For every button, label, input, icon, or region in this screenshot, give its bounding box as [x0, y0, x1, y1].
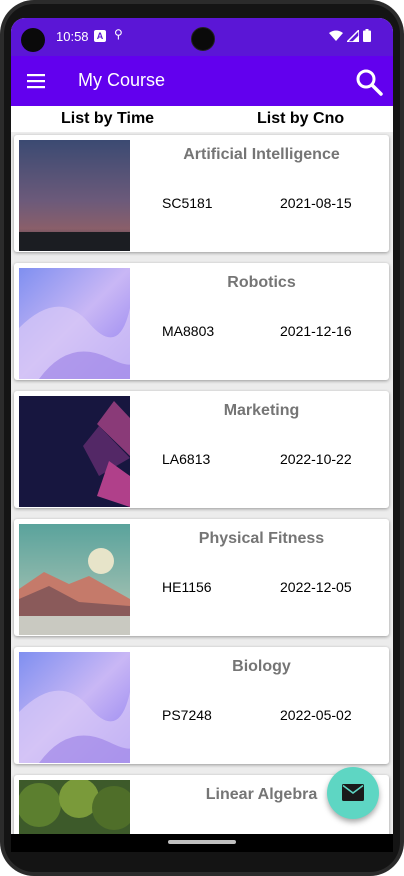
course-name: Robotics [227, 274, 296, 291]
course-thumbnail-lavender-waves [19, 652, 130, 763]
course-card[interactable]: Marketing LA6813 2022-10-22 [14, 391, 389, 508]
tab-list-by-time[interactable]: List by Time [61, 110, 154, 128]
status-icons [329, 29, 371, 42]
course-date: 2022-10-22 [280, 451, 352, 467]
course-thumbnail-lavender-waves [19, 268, 130, 379]
status-bar: 10:58 A ⚲ [11, 18, 393, 56]
signal-icon [347, 29, 359, 42]
course-cno: HE1156 [162, 579, 212, 595]
course-card[interactable]: Artificial Intelligence SC5181 2021-08-1… [14, 135, 389, 252]
course-thumbnail-dusk-sky [19, 140, 130, 251]
page-title: My Course [78, 70, 166, 90]
course-name: Artificial Intelligence [183, 146, 340, 163]
status-time: 10:58 [56, 29, 89, 44]
course-card[interactable]: Physical Fitness HE1156 2022-12-05 [14, 519, 389, 636]
a-notification-icon: A [94, 30, 106, 42]
app-screen: 10:58 A ⚲ My Course List by Time List by… [11, 18, 393, 852]
course-name: Marketing [223, 402, 300, 419]
battery-icon [363, 29, 371, 42]
course-date: 2021-12-16 [280, 323, 352, 339]
course-cno: LA6813 [162, 451, 211, 467]
course-name: Biology [232, 658, 291, 675]
course-thumbnail-mountains [19, 524, 130, 635]
course-date: 2021-08-15 [280, 195, 352, 211]
email-icon [342, 784, 364, 801]
email-fab-button[interactable] [327, 767, 379, 819]
course-date: 2022-12-05 [280, 579, 352, 595]
search-icon[interactable] [355, 68, 383, 96]
usb-icon: ⚲ [114, 27, 123, 41]
hamburger-menu-icon[interactable] [25, 70, 47, 92]
front-camera-icon [191, 27, 215, 51]
course-cno: SC5181 [162, 195, 213, 211]
app-bar: My Course [11, 56, 393, 106]
sort-tabs: List by Time List by Cno [11, 106, 393, 132]
course-name: Physical Fitness [198, 530, 325, 547]
navigation-bar [11, 834, 393, 852]
course-list: Artificial Intelligence SC5181 2021-08-1… [11, 132, 393, 852]
camera-icon [21, 28, 45, 52]
course-date: 2022-05-02 [280, 707, 352, 723]
tab-list-by-cno[interactable]: List by Cno [257, 110, 344, 128]
course-thumbnail-geometric [19, 396, 130, 507]
wifi-icon [329, 30, 343, 41]
course-cno: PS7248 [162, 707, 212, 723]
home-gesture-bar[interactable] [168, 840, 236, 844]
course-card[interactable]: Robotics MA8803 2021-12-16 [14, 263, 389, 380]
course-card[interactable]: Biology PS7248 2022-05-02 [14, 647, 389, 764]
course-cno: MA8803 [162, 323, 215, 339]
